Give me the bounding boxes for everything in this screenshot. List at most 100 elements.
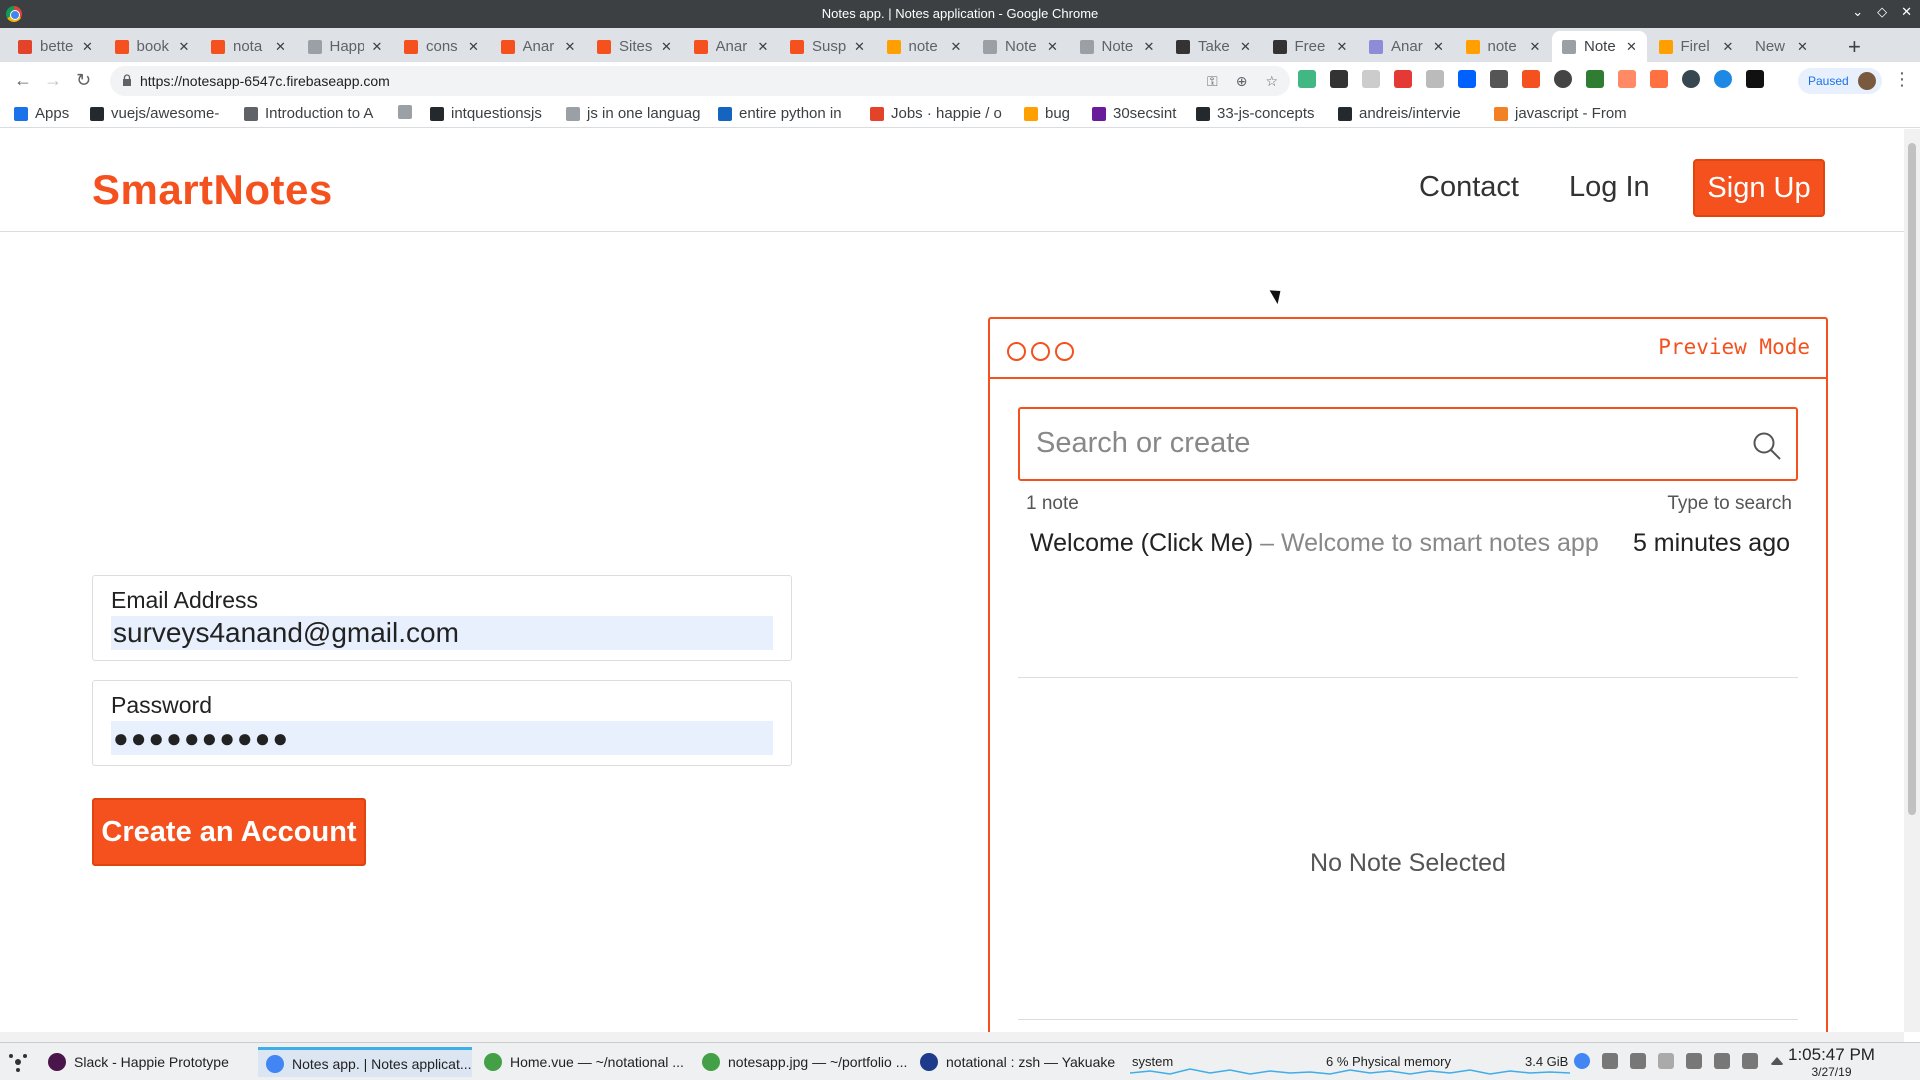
taskbar-item[interactable]: Home.vue — ~/notational ... [476,1047,690,1077]
brand-logo[interactable]: SmartNotes [92,166,333,214]
forward-icon[interactable]: → [44,70,62,91]
taskbar-item[interactable]: notesapp.jpg — ~/portfolio ... [694,1047,908,1077]
signup-button[interactable]: Sign Up [1693,159,1825,217]
extension-icon[interactable] [1586,70,1604,88]
extension-icon[interactable] [1362,70,1380,88]
wifi-icon[interactable] [1686,1053,1702,1069]
close-tab-icon[interactable]: ✕ [565,39,576,55]
close-tab-icon[interactable]: ✕ [179,39,190,55]
close-tab-icon[interactable]: ✕ [1337,39,1348,55]
maximize-icon[interactable]: ◇ [1877,4,1887,20]
scrollbar-thumb[interactable] [1908,143,1916,815]
browser-tab[interactable]: bette ✕ [8,31,103,62]
bookmark-item[interactable]: Apps [14,105,69,122]
search-input[interactable]: Search or create [1018,407,1798,481]
battery-icon[interactable] [1714,1053,1730,1069]
extension-icon[interactable] [1426,70,1444,88]
browser-tab[interactable]: Note ✕ [1552,31,1647,62]
bookmark-item[interactable]: intquestionsjs [430,105,542,122]
close-tab-icon[interactable]: ✕ [372,39,383,55]
browser-tab[interactable]: cons ✕ [394,31,489,62]
chrome-icon[interactable] [1574,1053,1590,1069]
key-icon[interactable]: ⚿ [1207,73,1218,90]
browser-tab[interactable]: Happ ✕ [298,31,393,62]
browser-tab[interactable]: New Tal ✕ [1745,31,1840,62]
horizontal-scrollbar[interactable] [0,1032,1904,1042]
minimize-icon[interactable]: ⌄ [1852,4,1863,20]
extension-icon[interactable] [1714,70,1732,88]
nav-contact-link[interactable]: Contact [1419,171,1519,204]
browser-tab[interactable]: Anar ✕ [684,31,779,62]
close-tab-icon[interactable]: ✕ [1626,39,1637,55]
app-launcher-icon[interactable] [8,1052,28,1072]
bookmark-item[interactable]: entire python in [718,105,842,122]
address-bar[interactable]: https://notesapp-6547c.firebaseapp.com ⚿… [110,66,1290,96]
password-input[interactable]: ●●●●●●●●●● [111,721,773,755]
extension-icon[interactable] [1746,70,1764,88]
extension-icon[interactable] [1394,70,1412,88]
dropbox-icon[interactable] [1458,70,1476,88]
taskbar-item[interactable]: Notes app. | Notes applicat... [258,1047,472,1077]
zoom-icon[interactable]: ⊕ [1236,73,1248,90]
browser-tab[interactable]: Note ✕ [1070,31,1165,62]
browser-tab[interactable]: Sites ✕ [587,31,682,62]
browser-tab[interactable]: Anar ✕ [491,31,586,62]
bookmark-item[interactable]: bug [1024,105,1070,122]
browser-tab[interactable]: Susp ✕ [780,31,875,62]
taskbar-item[interactable]: Slack - Happie Prototype [40,1047,252,1077]
bookmark-item[interactable] [398,105,419,119]
browser-tab[interactable]: Anar ✕ [1359,31,1454,62]
close-tab-icon[interactable]: ✕ [1723,39,1734,55]
list-item[interactable]: Welcome (Click Me) – Welcome to smart no… [1030,529,1790,569]
close-tab-icon[interactable]: ✕ [1240,39,1251,55]
close-tab-icon[interactable]: ✕ [758,39,769,55]
browser-tab[interactable]: Firel ✕ [1649,31,1744,62]
close-tab-icon[interactable]: ✕ [1433,39,1444,55]
close-tab-icon[interactable]: ✕ [82,39,93,55]
close-tab-icon[interactable]: ✕ [275,39,286,55]
taskbar-item[interactable]: notational : zsh — Yakuake [912,1047,1126,1077]
close-tab-icon[interactable]: ✕ [1144,39,1155,55]
reload-icon[interactable]: ↻ [76,70,91,91]
password-field[interactable]: Password ●●●●●●●●●● [92,680,792,766]
bookmark-item[interactable]: js in one languag [566,105,700,122]
bookmark-item[interactable]: vuejs/awesome- [90,105,219,122]
back-icon[interactable]: ← [14,70,32,91]
chrome-menu-icon[interactable]: ⋮ [1893,69,1911,90]
close-tab-icon[interactable]: ✕ [854,39,865,55]
star-icon[interactable]: ☆ [1265,73,1278,90]
browser-tab[interactable]: Free ✕ [1263,31,1358,62]
extension-icon[interactable] [1330,70,1348,88]
bookmark-item[interactable]: andreis/intervie [1338,105,1461,122]
clock[interactable]: 1:05:47 PM 3/27/19 [1788,1045,1875,1079]
clipboard-icon[interactable] [1742,1053,1758,1069]
close-tab-icon[interactable]: ✕ [1797,39,1808,55]
browser-tab[interactable]: note ✕ [877,31,972,62]
browser-tab[interactable]: Note ✕ [973,31,1068,62]
close-tab-icon[interactable]: ✕ [468,39,479,55]
new-tab-button[interactable]: + [1848,34,1861,60]
extension-icon[interactable] [1490,70,1508,88]
bookmark-item[interactable]: javascript - From [1494,105,1627,122]
browser-tab[interactable]: note ✕ [1456,31,1551,62]
close-window-icon[interactable]: ✕ [1901,4,1912,20]
close-tab-icon[interactable]: ✕ [1530,39,1541,55]
browser-tab[interactable]: book ✕ [105,31,200,62]
email-field[interactable]: Email Address surveys4anand@gmail.com [92,575,792,661]
vertical-scrollbar[interactable] [1904,129,1920,1032]
extension-icon[interactable] [1650,70,1668,88]
extension-icon[interactable] [1618,70,1636,88]
extension-icon[interactable] [1522,70,1540,88]
extension-icon[interactable] [1554,70,1572,88]
profile-button[interactable]: Paused [1798,68,1882,94]
bookmark-item[interactable]: 30secsint [1092,105,1176,122]
tray-expand-icon[interactable] [1770,1057,1784,1065]
bookmark-item[interactable]: 33-js-concepts [1196,105,1315,122]
volume-icon[interactable] [1630,1053,1646,1069]
close-tab-icon[interactable]: ✕ [1047,39,1058,55]
close-tab-icon[interactable]: ✕ [661,39,672,55]
email-input[interactable]: surveys4anand@gmail.com [111,616,773,650]
browser-tab[interactable]: nota ✕ [201,31,296,62]
extension-icon[interactable] [1682,70,1700,88]
nav-login-link[interactable]: Log In [1569,171,1650,204]
